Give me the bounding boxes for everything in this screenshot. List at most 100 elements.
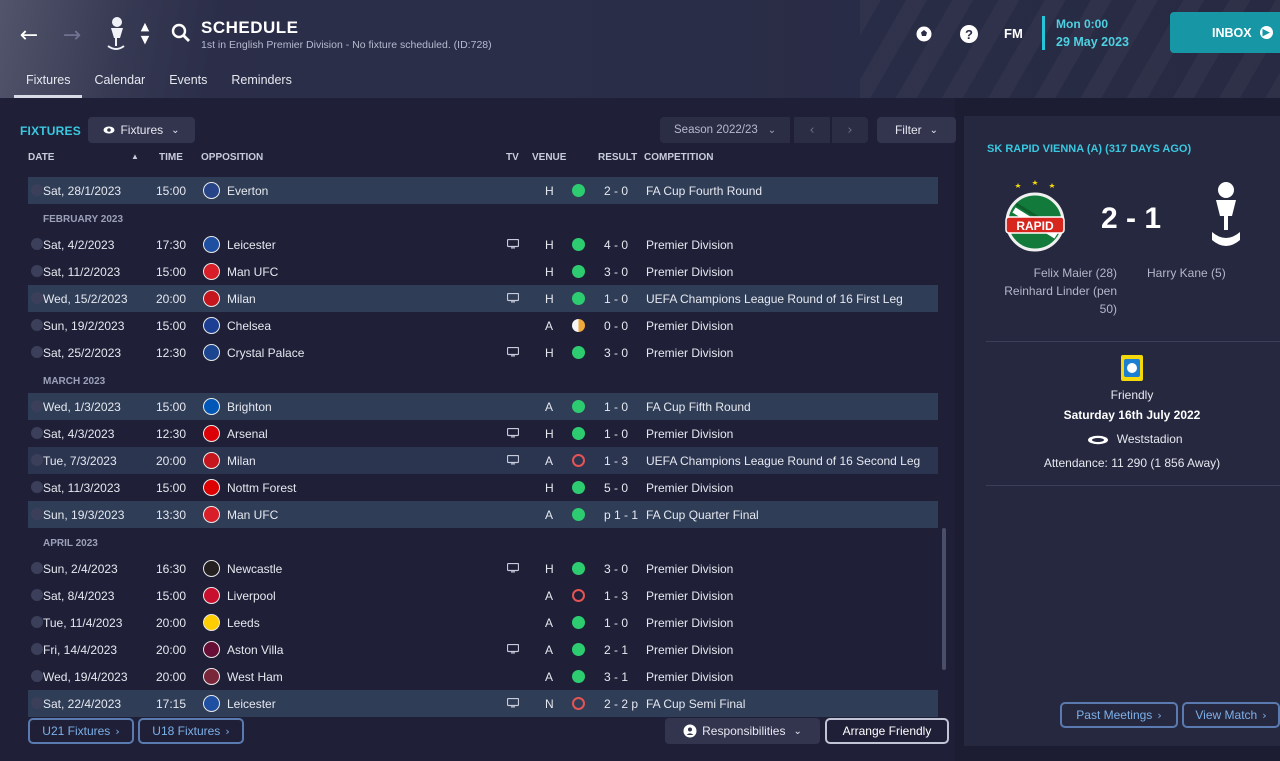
fixture-competition[interactable]: Premier Division (646, 265, 733, 279)
opponent-name[interactable]: West Ham (227, 670, 283, 684)
table-row[interactable]: Sat, 11/2/2023 15:00 Man UFC H 3 - 0 Premier … (28, 258, 938, 285)
u21-fixtures-button[interactable]: U21 Fixtures › (28, 718, 134, 744)
u18-fixtures-button[interactable]: U18 Fixtures › (138, 718, 244, 744)
fixture-score[interactable]: 2 - 2 p (604, 697, 638, 711)
table-row[interactable]: Sat, 11/3/2023 15:00 Nottm Forest H 5 - 0 Pre… (28, 474, 938, 501)
fixture-competition[interactable]: Premier Division (646, 346, 733, 360)
table-row[interactable]: Sat, 28/1/2023 15:00 Everton H 2 - 0 FA Cup F… (28, 177, 938, 204)
arrange-friendly-button[interactable]: Arrange Friendly (825, 718, 949, 744)
prev-season-button[interactable]: ‹ (794, 117, 830, 143)
tab-fixtures[interactable]: Fixtures (14, 66, 83, 98)
opponent-name[interactable]: Brighton (227, 400, 272, 414)
col-date[interactable]: DATE (28, 152, 54, 163)
fixture-score[interactable]: 1 - 0 (604, 616, 628, 630)
fixture-score[interactable]: 3 - 1 (604, 670, 628, 684)
fixture-competition[interactable]: FA Cup Fifth Round (646, 400, 751, 414)
table-row[interactable]: Sat, 25/2/2023 12:30 Crystal Palace H 3 - 0 P… (28, 339, 938, 366)
opponent-name[interactable]: Newcastle (227, 562, 282, 576)
opponent-name[interactable]: Milan (227, 454, 256, 468)
fixture-competition[interactable]: Premier Division (646, 643, 733, 657)
rapid-vienna-crest-icon[interactable]: RAPID (1002, 180, 1068, 254)
opponent-name[interactable]: Leeds (227, 616, 260, 630)
football-icon[interactable] (912, 22, 936, 46)
view-dropdown[interactable]: Fixtures ⌄ (88, 117, 195, 143)
fixture-competition[interactable]: FA Cup Fourth Round (646, 184, 762, 198)
table-row[interactable]: Sun, 2/4/2023 16:30 Newcastle H 3 - 0 Premier… (28, 555, 938, 582)
tottenham-crest-icon[interactable] (1206, 180, 1246, 254)
col-competition[interactable]: COMPETITION (644, 152, 713, 163)
current-date[interactable]: Mon 0:00 29 May 2023 (1042, 16, 1129, 50)
opponent-name[interactable]: Everton (227, 184, 268, 198)
fixture-competition[interactable]: Premier Division (646, 616, 733, 630)
opponent-name[interactable]: Leicester (227, 697, 276, 711)
sort-asc-icon[interactable]: ▲ (131, 152, 139, 161)
fixture-competition[interactable]: FA Cup Semi Final (646, 697, 745, 711)
fixture-score[interactable]: 1 - 0 (604, 427, 628, 441)
table-row[interactable]: Wed, 15/2/2023 20:00 Milan H 1 - 0 UEFA Champ… (28, 285, 938, 312)
col-tv[interactable]: TV (506, 152, 519, 163)
opponent-name[interactable]: Liverpool (227, 589, 276, 603)
past-meetings-button[interactable]: Past Meetings › (1060, 702, 1178, 728)
opponent-name[interactable]: Chelsea (227, 319, 271, 333)
table-row[interactable]: Sat, 4/3/2023 12:30 Arsenal H 1 - 0 Premier D… (28, 420, 938, 447)
fixture-score[interactable]: 1 - 0 (604, 292, 628, 306)
club-crest-icon[interactable] (104, 16, 128, 52)
fixture-competition[interactable]: Premier Division (646, 319, 733, 333)
table-row[interactable]: Sun, 19/2/2023 15:00 Chelsea A 0 - 0 Premier … (28, 312, 938, 339)
table-scrollbar[interactable] (942, 528, 946, 670)
fixture-competition[interactable]: Premier Division (646, 238, 733, 252)
fixture-competition[interactable]: Premier Division (646, 481, 733, 495)
fixture-score[interactable]: 5 - 0 (604, 481, 628, 495)
club-switch-icon[interactable]: ▲ ▼ (138, 20, 152, 50)
fixture-score[interactable]: 1 - 3 (604, 589, 628, 603)
fm-logo[interactable]: FM (1004, 26, 1023, 41)
col-opposition[interactable]: OPPOSITION (201, 152, 263, 163)
fixture-score[interactable]: 3 - 0 (604, 265, 628, 279)
table-row[interactable]: Wed, 19/4/2023 20:00 West Ham A 3 - 1 Premier… (28, 663, 938, 690)
opponent-name[interactable]: Man UFC (227, 265, 278, 279)
help-icon[interactable]: ? (957, 22, 981, 46)
opponent-name[interactable]: Nottm Forest (227, 481, 296, 495)
fixture-score[interactable]: 0 - 0 (604, 319, 628, 333)
responsibilities-dropdown[interactable]: Responsibilities ⌄ (665, 718, 820, 744)
fixture-competition[interactable]: FA Cup Quarter Final (646, 508, 759, 522)
inbox-button[interactable]: INBOX ▶ (1170, 12, 1280, 53)
fixture-score[interactable]: 1 - 3 (604, 454, 628, 468)
table-row[interactable]: Sun, 19/3/2023 13:30 Man UFC Ap 1 - 1 FA Cup… (28, 501, 938, 528)
opponent-name[interactable]: Arsenal (227, 427, 268, 441)
col-venue[interactable]: VENUE (532, 152, 566, 163)
col-result[interactable]: RESULT (598, 152, 637, 163)
fixture-score[interactable]: 2 - 1 (604, 643, 628, 657)
table-row[interactable]: Tue, 7/3/2023 20:00 Milan A 1 - 3 UEFA Champi… (28, 447, 938, 474)
opponent-name[interactable]: Crystal Palace (227, 346, 304, 360)
fixture-competition[interactable]: Premier Division (646, 427, 733, 441)
col-time[interactable]: TIME (159, 152, 183, 163)
season-dropdown[interactable]: Season 2022/23 ⌄ (660, 117, 790, 143)
fixture-score[interactable]: 1 - 0 (604, 400, 628, 414)
fixture-score[interactable]: 3 - 0 (604, 562, 628, 576)
opponent-name[interactable]: Milan (227, 292, 256, 306)
filter-dropdown[interactable]: Filter ⌄ (877, 117, 956, 143)
table-row[interactable]: Sat, 8/4/2023 15:00 Liverpool A 1 - 3 Premier… (28, 582, 938, 609)
fixture-score[interactable]: 4 - 0 (604, 238, 628, 252)
table-row[interactable]: Sat, 4/2/2023 17:30 Leicester H 4 - 0 Premier… (28, 231, 938, 258)
fixture-competition[interactable]: Premier Division (646, 670, 733, 684)
opponent-name[interactable]: Man UFC (227, 508, 278, 522)
view-match-button[interactable]: View Match › (1182, 702, 1280, 728)
fixture-score[interactable]: 3 - 0 (604, 346, 628, 360)
opponent-name[interactable]: Aston Villa (227, 643, 283, 657)
fixture-score[interactable]: p 1 - 1 (604, 508, 638, 522)
fixture-competition[interactable]: Premier Division (646, 562, 733, 576)
fixture-competition[interactable]: UEFA Champions League Round of 16 First … (646, 292, 903, 306)
search-icon[interactable] (170, 22, 192, 44)
table-row[interactable]: Tue, 11/4/2023 20:00 Leeds A 1 - 0 Premier Di… (28, 609, 938, 636)
table-row[interactable]: Fri, 14/4/2023 20:00 Aston Villa A 2 - 1 Prem… (28, 636, 938, 663)
table-row[interactable]: Sat, 22/4/2023 17:15 Leicester N 2 - 2 p FA C… (28, 690, 938, 717)
fixture-score[interactable]: 2 - 0 (604, 184, 628, 198)
tab-events[interactable]: Events (157, 66, 219, 98)
opponent-name[interactable]: Leicester (227, 238, 276, 252)
forward-arrow-icon[interactable]: → (57, 20, 87, 50)
next-season-button[interactable]: › (832, 117, 868, 143)
fixture-competition[interactable]: UEFA Champions League Round of 16 Second… (646, 454, 920, 468)
tab-reminders[interactable]: Reminders (219, 66, 303, 98)
